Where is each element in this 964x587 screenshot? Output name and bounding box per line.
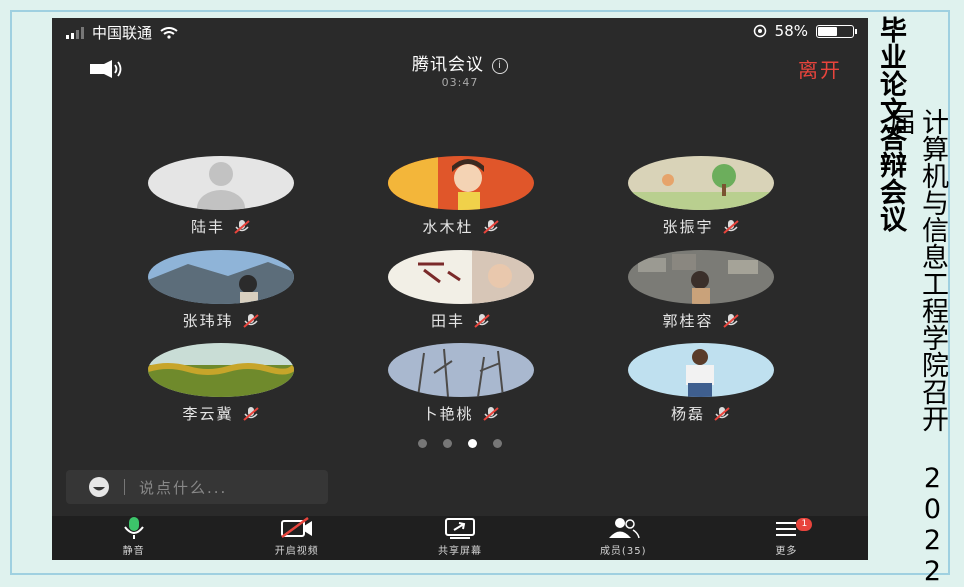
mic-off-icon — [242, 313, 259, 328]
participant-name: 田丰 — [430, 312, 465, 330]
participant-name: 郭桂容 — [662, 312, 714, 330]
page-dot[interactable] — [443, 439, 452, 448]
participant-name: 张振宇 — [662, 218, 714, 236]
share-screen-icon — [445, 518, 475, 539]
page-indicator[interactable] — [52, 439, 868, 448]
participant-tile[interactable]: 郭桂容 — [626, 250, 776, 331]
avatar — [388, 156, 534, 210]
participant-name: 杨磊 — [670, 405, 705, 423]
avatar — [388, 343, 534, 397]
avatar — [148, 250, 294, 304]
notification-badge: 1 — [796, 518, 813, 531]
participant-name: 李云冀 — [182, 405, 234, 423]
avatar — [628, 343, 774, 397]
video-button[interactable]: 开启视频 — [215, 516, 378, 560]
participant-name: 水木杜 — [422, 218, 474, 236]
leave-button[interactable]: 离开 — [798, 54, 842, 83]
share-label: 共享屏幕 — [438, 546, 482, 557]
chat-divider — [124, 479, 125, 495]
mic-off-icon — [722, 219, 739, 234]
mute-label: 静音 — [122, 546, 145, 557]
participant-tile[interactable]: 李云冀 — [146, 343, 296, 424]
mic-off-icon — [714, 406, 730, 421]
participant-name: 卜艳桃 — [422, 405, 474, 423]
meeting-timer: 03:47 — [441, 76, 479, 89]
battery-icon — [816, 24, 857, 38]
status-bar: 中国联通 58% — [52, 18, 868, 46]
mic-off-icon — [722, 313, 739, 328]
video-label: 开启视频 — [274, 546, 319, 557]
participant-tile[interactable]: 水木杜 — [386, 156, 536, 237]
more-label: 更多 — [775, 546, 798, 557]
carrier-label: 中国联通 — [92, 24, 153, 42]
participant-tile[interactable]: 张玮玮 — [146, 250, 296, 331]
mic-off-icon — [474, 313, 490, 328]
meeting-header: 腾讯会议 i 03:47 离开 — [52, 46, 868, 102]
video-off-icon — [280, 517, 312, 539]
chat-placeholder: 说点什么... — [139, 478, 228, 497]
microphone-icon — [123, 517, 144, 539]
location-icon — [753, 24, 766, 38]
mic-off-icon — [242, 406, 259, 421]
members-label: 成员(35) — [599, 546, 647, 557]
participant-tile[interactable]: 陆丰 — [146, 156, 296, 237]
participant-name: 张玮玮 — [182, 312, 234, 330]
participant-tile[interactable]: 田丰 — [386, 250, 536, 331]
battery-percent: 58% — [774, 22, 808, 40]
participant-tile[interactable]: 张振宇 — [626, 156, 776, 237]
signal-icon — [66, 26, 84, 39]
avatar — [388, 250, 534, 304]
avatar — [148, 156, 294, 210]
info-icon[interactable]: i — [492, 58, 508, 74]
mic-off-icon — [234, 219, 250, 234]
avatar — [148, 343, 294, 397]
chat-input[interactable]: 说点什么... — [66, 470, 328, 504]
participant-name: 陆丰 — [190, 218, 225, 236]
meeting-screen: 中国联通 58% 腾讯会议 i 03:47 离开 陆丰 水木杜 张振宇 张玮玮 … — [52, 18, 868, 560]
menu-icon — [776, 522, 797, 536]
mic-off-icon — [482, 219, 499, 234]
page-dot[interactable] — [468, 439, 477, 448]
avatar — [628, 156, 774, 210]
side-title-line-2: 计算机与信息工程学院召开 2022 届 — [884, 108, 948, 587]
members-icon — [609, 518, 640, 539]
members-button[interactable]: 成员(35) — [542, 516, 705, 560]
bottom-toolbar: 静音 开启视频 共享屏幕 成员(35) 1 更多 — [52, 516, 868, 560]
participant-tile[interactable]: 卜艳桃 — [386, 343, 536, 424]
mute-button[interactable]: 静音 — [52, 516, 215, 560]
more-button[interactable]: 1 更多 — [705, 516, 868, 560]
share-screen-button[interactable]: 共享屏幕 — [378, 516, 541, 560]
meeting-title: 腾讯会议 — [412, 55, 484, 75]
mic-off-icon — [482, 406, 499, 421]
avatar — [628, 250, 774, 304]
page-dot[interactable] — [493, 439, 502, 448]
wifi-icon — [160, 26, 178, 39]
emoji-icon[interactable] — [88, 476, 110, 498]
participant-tile[interactable]: 杨磊 — [626, 343, 776, 424]
page-dot[interactable] — [418, 439, 427, 448]
